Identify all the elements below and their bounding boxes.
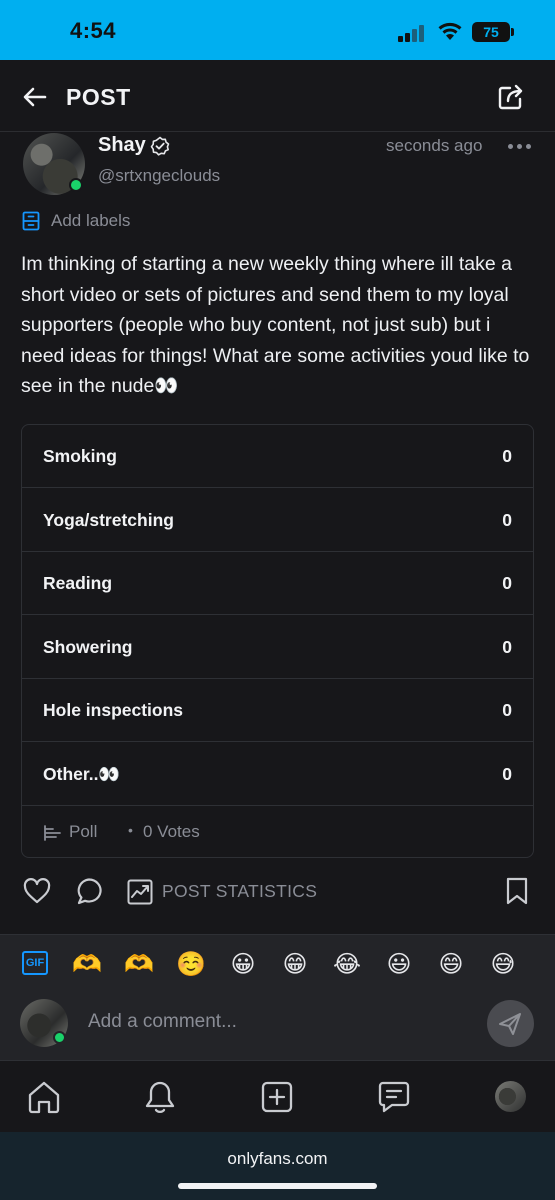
online-status-dot: [69, 178, 83, 192]
poll-option[interactable]: Reading 0: [22, 552, 533, 615]
poll-option-label: Reading: [43, 573, 113, 593]
post-text: Im thinking of starting a new weekly thi…: [21, 253, 530, 397]
emoji-button[interactable]: 😅: [488, 949, 518, 979]
emoji-button[interactable]: 😂: [332, 949, 362, 979]
poll-option-label: Yoga/stretching: [43, 509, 174, 530]
poll: Smoking 0 Yoga/stretching 0 Reading 0 Sh…: [21, 424, 534, 858]
add-labels-button[interactable]: Add labels: [22, 210, 130, 232]
cellular-signal-icon: [398, 24, 430, 42]
wifi-icon: [438, 22, 462, 40]
bookmark-icon[interactable]: [505, 876, 529, 906]
comment-composer: GIF 🫶 🫶 ☺️ 😀 😁 😂 😃 😄 😅: [0, 934, 555, 1060]
browser-url-bar: onlyfans.com: [0, 1132, 555, 1200]
poll-label: Poll: [69, 822, 98, 841]
home-icon[interactable]: [26, 1079, 62, 1115]
stats-icon[interactable]: [127, 879, 153, 905]
emoji-button[interactable]: 😄: [436, 949, 466, 979]
verified-icon: [150, 136, 170, 156]
bottom-navigation: [0, 1060, 555, 1132]
poll-footer: Poll • 0 Votes: [22, 806, 533, 857]
online-status-dot: [53, 1031, 66, 1044]
comment-icon[interactable]: [74, 876, 104, 906]
poll-option-count: 0: [502, 763, 512, 784]
add-icon[interactable]: [259, 1079, 295, 1115]
poll-option-label: Other..👀: [43, 763, 121, 784]
send-icon: [499, 1013, 521, 1035]
messages-icon[interactable]: [376, 1079, 412, 1115]
status-bar: 4:54 75: [0, 0, 555, 60]
author-handle[interactable]: @srtxngeclouds: [98, 166, 220, 186]
home-indicator[interactable]: [178, 1183, 377, 1189]
poll-votes: 0 Votes: [143, 822, 200, 841]
poll-option-count: 0: [502, 446, 512, 466]
poll-separator: •: [128, 822, 133, 838]
emoji-button[interactable]: 😀: [228, 949, 258, 979]
battery-indicator: 75: [472, 22, 514, 42]
label-icon: [22, 211, 40, 231]
page-title: POST: [66, 84, 131, 110]
author-name[interactable]: Shay: [98, 134, 146, 157]
share-icon[interactable]: [496, 82, 526, 112]
send-button[interactable]: [487, 1000, 534, 1047]
poll-option-label: Showering: [43, 636, 133, 657]
poll-option-label: Hole inspections: [43, 700, 184, 720]
poll-option-count: 0: [502, 509, 512, 530]
status-time: 4:54: [70, 18, 117, 43]
profile-avatar[interactable]: [495, 1081, 526, 1112]
url-text[interactable]: onlyfans.com: [0, 1149, 555, 1169]
post-statistics-button[interactable]: POST STATISTICS: [162, 881, 317, 902]
poll-option[interactable]: Showering 0: [22, 616, 533, 679]
post-timestamp: seconds ago: [386, 136, 483, 155]
poll-option[interactable]: Other..👀 0: [22, 743, 533, 806]
emoji-button[interactable]: ☺️: [176, 949, 206, 979]
poll-option-label: Smoking: [43, 446, 117, 466]
emoji-quick-picker: GIF 🫶 🫶 ☺️ 😀 😁 😂 😃 😄 😅: [0, 949, 555, 983]
poll-option[interactable]: Yoga/stretching 0: [22, 489, 533, 552]
gif-button[interactable]: GIF: [22, 951, 48, 975]
more-icon[interactable]: [508, 138, 534, 154]
back-arrow-icon[interactable]: [20, 82, 50, 112]
emoji-button[interactable]: 😃: [384, 949, 414, 979]
poll-option-count: 0: [502, 700, 512, 720]
poll-option[interactable]: Hole inspections 0: [22, 679, 533, 742]
poll-option[interactable]: Smoking 0: [22, 425, 533, 488]
poll-icon: [44, 825, 61, 841]
bell-icon[interactable]: [142, 1079, 178, 1115]
comment-input[interactable]: [88, 1005, 468, 1039]
add-labels-label: Add labels: [51, 211, 131, 230]
poll-option-count: 0: [502, 573, 512, 593]
heart-icon[interactable]: [22, 876, 52, 906]
top-bar: POST: [0, 60, 555, 132]
emoji-button[interactable]: 🫶: [124, 949, 154, 979]
emoji-button[interactable]: 😁: [280, 949, 310, 979]
emoji-button[interactable]: 🫶: [72, 949, 102, 979]
poll-option-count: 0: [502, 636, 512, 657]
